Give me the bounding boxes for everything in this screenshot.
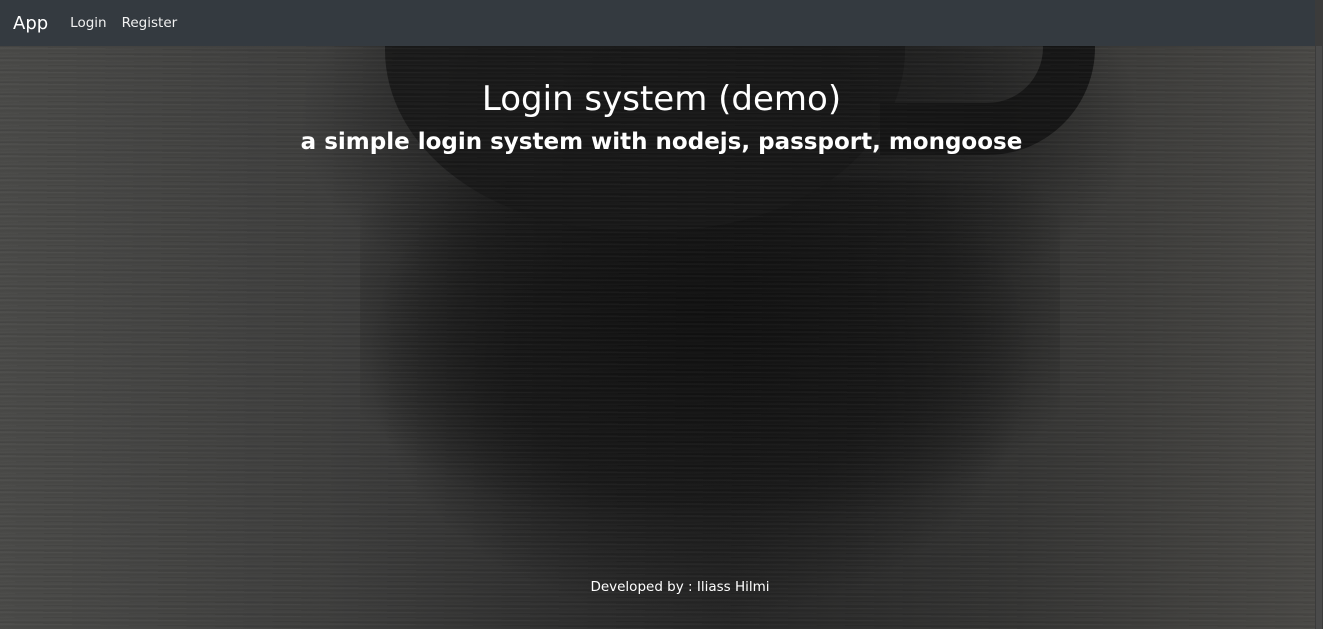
brand-link[interactable]: App xyxy=(13,13,48,34)
nav-link-login[interactable]: Login xyxy=(70,15,106,31)
scrollbar[interactable] xyxy=(1315,0,1323,629)
hero: Login system (demo) a simple login syste… xyxy=(0,76,1323,162)
page-subtitle: a simple login system with nodejs, passp… xyxy=(300,129,1023,155)
page: App Login Register Login system (demo) a… xyxy=(0,0,1323,629)
scrollbar-thumb[interactable] xyxy=(1316,46,1322,629)
navbar: App Login Register xyxy=(0,0,1323,46)
page-title: Login system (demo) xyxy=(481,79,842,119)
footer-credit: Developed by : Iliass Hilmi xyxy=(590,579,770,595)
nav-link-register[interactable]: Register xyxy=(122,15,178,31)
